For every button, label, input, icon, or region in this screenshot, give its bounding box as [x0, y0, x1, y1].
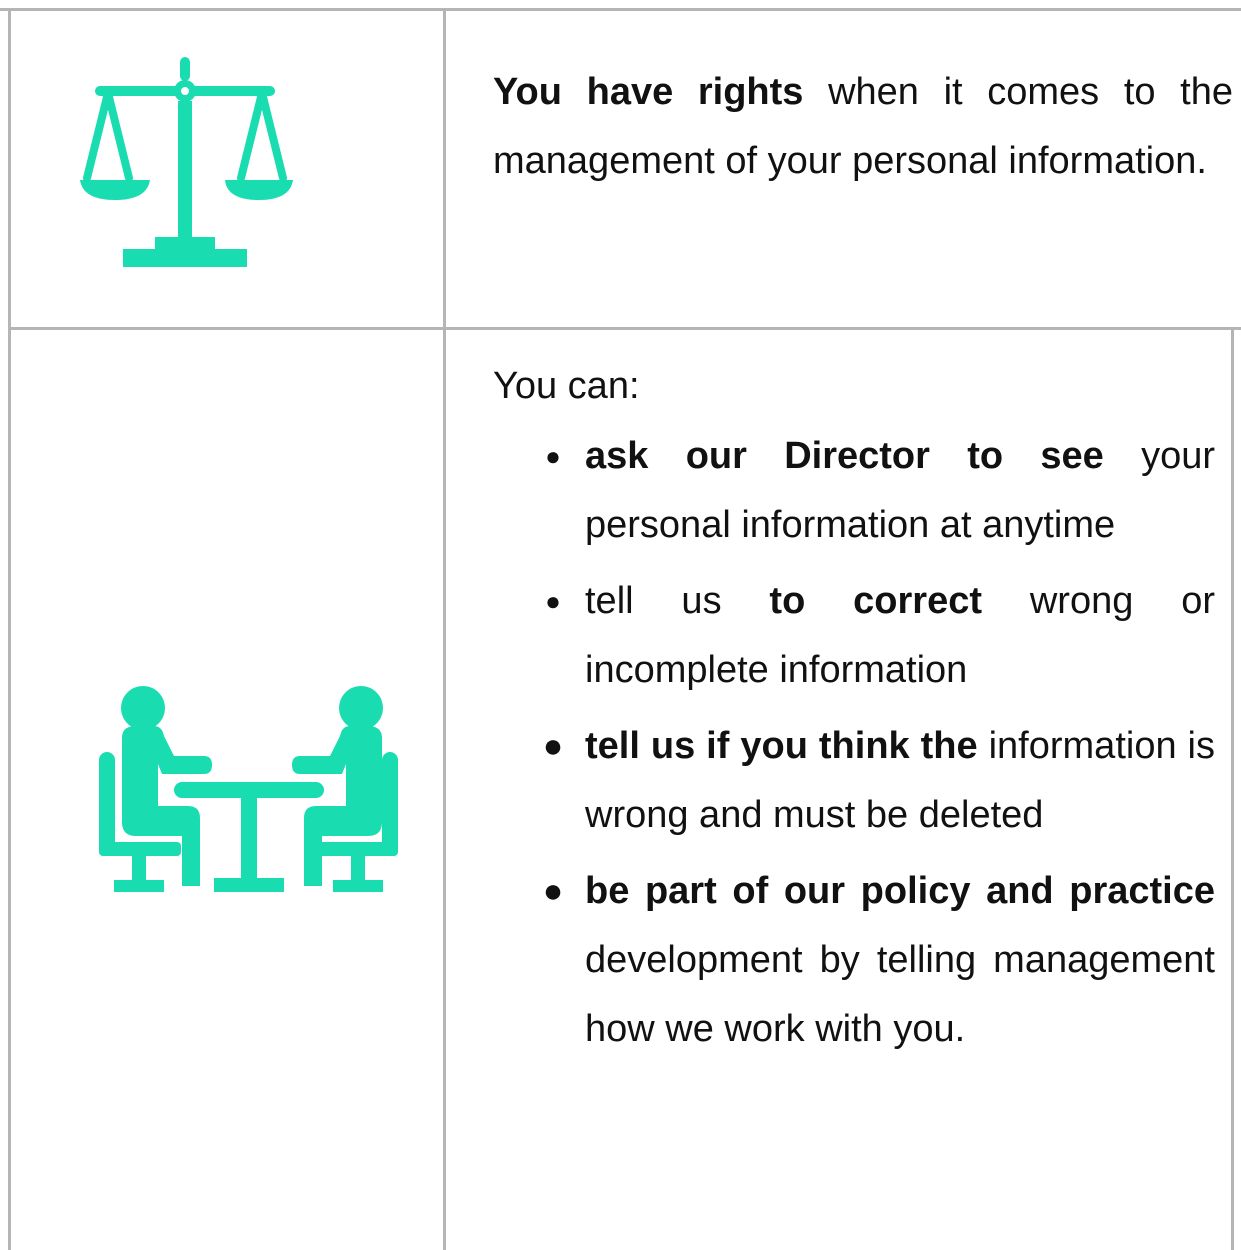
item-bold: tell us if you think the	[585, 725, 978, 767]
item-rest: development by telling management how we…	[585, 939, 1215, 1050]
table-border-right	[1231, 330, 1234, 1250]
table-border-top	[0, 8, 1241, 11]
table-border-left	[8, 8, 11, 1250]
bullet-icon: ●	[545, 441, 561, 471]
rights-list: ● ask our Director to see your personal i…	[543, 422, 1215, 1071]
item-bold: to correct	[769, 580, 982, 622]
table-row-divider	[8, 327, 1241, 330]
rights-table: You have rights when it comes to the man…	[0, 0, 1241, 1250]
rights-intro: You have rights when it comes to the man…	[493, 58, 1233, 196]
table-column-divider	[443, 8, 446, 1250]
rights-intro-bold: You have rights	[493, 71, 804, 113]
you-can-label: You can:	[493, 365, 640, 407]
item-pre: tell us	[585, 580, 770, 622]
bullet-icon: ●	[545, 586, 561, 616]
list-item: ● ask our Director to see your personal i…	[545, 422, 1215, 560]
list-item: ● tell us to correct wrong or incomplete …	[545, 567, 1215, 705]
bullet-icon: ●	[542, 872, 564, 910]
meeting-people-table-icon	[96, 686, 401, 894]
list-item: ● tell us if you think the information is…	[543, 712, 1215, 850]
bullet-icon: ●	[542, 727, 564, 765]
scales-of-justice-icon	[75, 55, 300, 270]
item-bold: be part of our policy and practice	[585, 870, 1215, 912]
item-bold: ask our Director to see	[585, 435, 1104, 477]
list-item: ● be part of our policy and practice deve…	[543, 857, 1215, 1064]
